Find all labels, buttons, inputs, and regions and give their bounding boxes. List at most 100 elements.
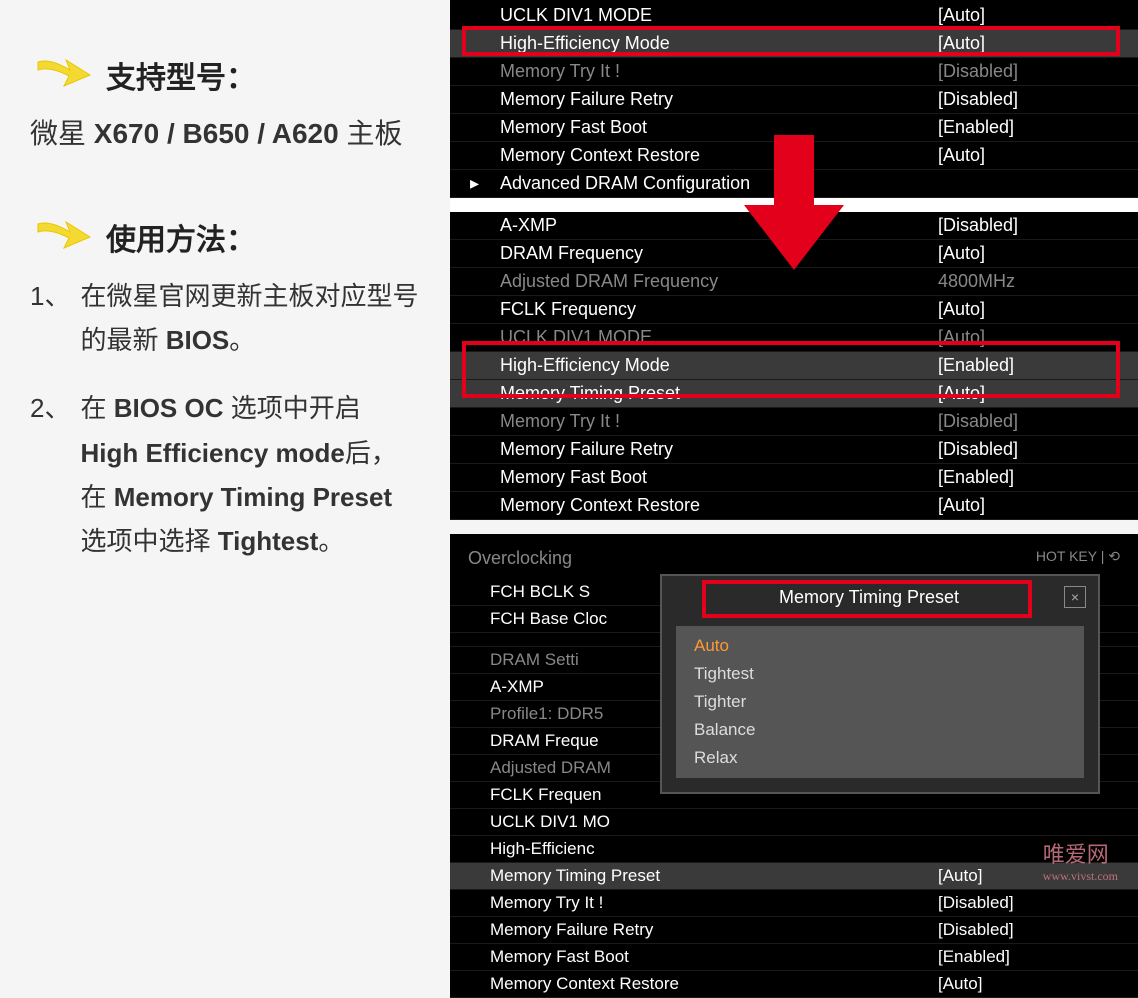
popup-header: Memory Timing Preset × <box>662 576 1098 618</box>
setting-value: [Disabled] <box>938 89 1128 110</box>
setting-value: [Auto] <box>938 299 1128 320</box>
memory-timing-preset-popup: Memory Timing Preset × AutoTightestTight… <box>660 574 1100 794</box>
setting-label: Memory Try It ! <box>500 61 938 82</box>
setting-value: [Enabled] <box>938 467 1128 488</box>
popup-option[interactable]: Relax <box>676 744 1084 772</box>
setting-value: [Auto] <box>938 327 1128 348</box>
setting-value: [Auto] <box>938 974 1128 994</box>
setting-value: [Disabled] <box>938 893 1128 913</box>
step-number: 1、 <box>30 274 70 362</box>
supported-heading-text: 支持型号： <box>106 53 256 97</box>
bios-setting-row[interactable]: Memory Try It ![Disabled] <box>450 890 1138 917</box>
setting-label: Memory Failure Retry <box>490 920 938 940</box>
setting-label: Memory Failure Retry <box>500 89 938 110</box>
bios-setting-row[interactable]: Memory Context Restore[Auto] <box>450 971 1138 998</box>
setting-value: [Auto] <box>938 5 1128 26</box>
instructions-panel: 支持型号： 微星 X670 / B650 / A620 主板 使用方法： 1、 … <box>0 0 450 896</box>
bios-panel-overclocking: Overclocking HOT KEY | ⟲ FCH BCLK SFCH B… <box>450 534 1138 896</box>
setting-value: [Disabled] <box>938 920 1128 940</box>
bios-setting-row[interactable]: Memory Failure Retry[Disabled] <box>450 436 1138 464</box>
setting-label: Memory Failure Retry <box>500 439 938 460</box>
step-number: 2、 <box>30 386 70 563</box>
bios-setting-row[interactable]: UCLK DIV1 MODE[Auto] <box>450 324 1138 352</box>
setting-label: FCLK Frequency <box>500 299 938 320</box>
bios-setting-row[interactable]: Memory Try It ![Disabled] <box>450 58 1138 86</box>
setting-value: [Enabled] <box>938 117 1128 138</box>
setting-value: [Auto] <box>938 243 1128 264</box>
submenu-caret-icon: ▸ <box>470 173 479 194</box>
setting-value <box>938 812 1128 832</box>
setting-label: Memory Context Restore <box>500 145 938 166</box>
popup-option[interactable]: Tighter <box>676 688 1084 716</box>
step-body: 在微星官网更新主板对应型号的最新 BIOS。 <box>80 274 420 362</box>
usage-heading-text: 使用方法： <box>106 215 256 259</box>
steps-list: 1、 在微星官网更新主板对应型号的最新 BIOS。 2、 在 BIOS OC 选… <box>30 274 420 563</box>
setting-value: [Auto] <box>938 383 1128 404</box>
setting-value: [Auto] <box>938 33 1128 54</box>
popup-option[interactable]: Tightest <box>676 660 1084 688</box>
bios-setting-row[interactable]: High-Efficiency Mode[Enabled] <box>450 352 1138 380</box>
models-prefix: 微星 <box>30 118 86 149</box>
bios-setting-row[interactable]: Memory Fast Boot[Enabled] <box>450 464 1138 492</box>
bios-panel-top: UCLK DIV1 MODE[Auto]High-Efficiency Mode… <box>450 0 1138 520</box>
models-list: X670 / B650 / A620 <box>94 118 339 149</box>
bios-setting-row[interactable]: Memory Try It ![Disabled] <box>450 408 1138 436</box>
setting-value: [Auto] <box>938 495 1128 516</box>
bios-setting-row[interactable]: Memory Context Restore[Auto] <box>450 492 1138 520</box>
watermark-url: www.vivst.com <box>1043 869 1118 884</box>
setting-label: High-Efficienc <box>490 839 938 859</box>
curved-arrow-icon <box>30 50 100 100</box>
popup-option[interactable]: Auto <box>676 632 1084 660</box>
usage-heading: 使用方法： <box>30 212 420 262</box>
bios-setting-row[interactable]: UCLK DIV1 MODE[Auto] <box>450 2 1138 30</box>
setting-label: UCLK DIV1 MODE <box>500 5 938 26</box>
setting-label: Memory Fast Boot <box>490 947 938 967</box>
setting-label: Memory Fast Boot <box>500 117 938 138</box>
setting-label: Memory Context Restore <box>490 974 938 994</box>
setting-value: [Disabled] <box>938 61 1128 82</box>
watermark-text: 唯爱网 <box>1043 842 1109 867</box>
step-body: 在 BIOS OC 选项中开启 High Efficiency mode后，在 … <box>80 386 420 563</box>
setting-label: UCLK DIV1 MODE <box>500 327 938 348</box>
setting-value: [Disabled] <box>938 439 1128 460</box>
setting-label: Advanced DRAM Configuration <box>500 173 938 194</box>
bios-setting-row[interactable]: High-Efficienc <box>450 836 1138 863</box>
setting-label: A-XMP <box>500 215 938 236</box>
curved-arrow-icon <box>30 212 100 262</box>
bios-setting-row[interactable]: FCLK Frequency[Auto] <box>450 296 1138 324</box>
bios-setting-row[interactable]: Memory Timing Preset[Auto] <box>450 863 1138 890</box>
close-icon[interactable]: × <box>1064 586 1086 608</box>
bios-screenshots: UCLK DIV1 MODE[Auto]High-Efficiency Mode… <box>450 0 1138 896</box>
bios-setting-row[interactable]: Memory Timing Preset[Auto] <box>450 380 1138 408</box>
step-2: 2、 在 BIOS OC 选项中开启 High Efficiency mode后… <box>30 386 420 563</box>
setting-value <box>938 173 1128 194</box>
overclocking-title: Overclocking <box>468 548 572 569</box>
setting-label: Memory Timing Preset <box>490 866 938 886</box>
step-1: 1、 在微星官网更新主板对应型号的最新 BIOS。 <box>30 274 420 362</box>
setting-label: DRAM Frequency <box>500 243 938 264</box>
setting-value: [Disabled] <box>938 215 1128 236</box>
setting-label: Memory Timing Preset <box>500 383 938 404</box>
popup-options: AutoTightestTighterBalanceRelax <box>676 626 1084 778</box>
setting-value: [Enabled] <box>938 947 1128 967</box>
setting-label: Memory Fast Boot <box>500 467 938 488</box>
setting-value: [Disabled] <box>938 411 1128 432</box>
bios-setting-row[interactable]: Memory Failure Retry[Disabled] <box>450 917 1138 944</box>
watermark: 唯爱网 www.vivst.com <box>1043 837 1118 884</box>
bios-setting-row[interactable]: Memory Failure Retry[Disabled] <box>450 86 1138 114</box>
setting-label: Memory Try It ! <box>500 411 938 432</box>
popup-option[interactable]: Balance <box>676 716 1084 744</box>
bios-setting-row[interactable]: Memory Fast Boot[Enabled] <box>450 944 1138 971</box>
bios-setting-row[interactable]: High-Efficiency Mode[Auto] <box>450 30 1138 58</box>
setting-value: [Auto] <box>938 145 1128 166</box>
setting-label: High-Efficiency Mode <box>500 33 938 54</box>
supported-models-heading: 支持型号： <box>30 50 420 100</box>
bios-setting-row[interactable]: UCLK DIV1 MO <box>450 809 1138 836</box>
setting-label: UCLK DIV1 MO <box>490 812 938 832</box>
setting-label: Memory Context Restore <box>500 495 938 516</box>
setting-value: [Enabled] <box>938 355 1128 376</box>
models-suffix: 主板 <box>346 118 402 149</box>
setting-label: Memory Try It ! <box>490 893 938 913</box>
setting-label: High-Efficiency Mode <box>500 355 938 376</box>
setting-label: Adjusted DRAM Frequency <box>500 271 938 292</box>
